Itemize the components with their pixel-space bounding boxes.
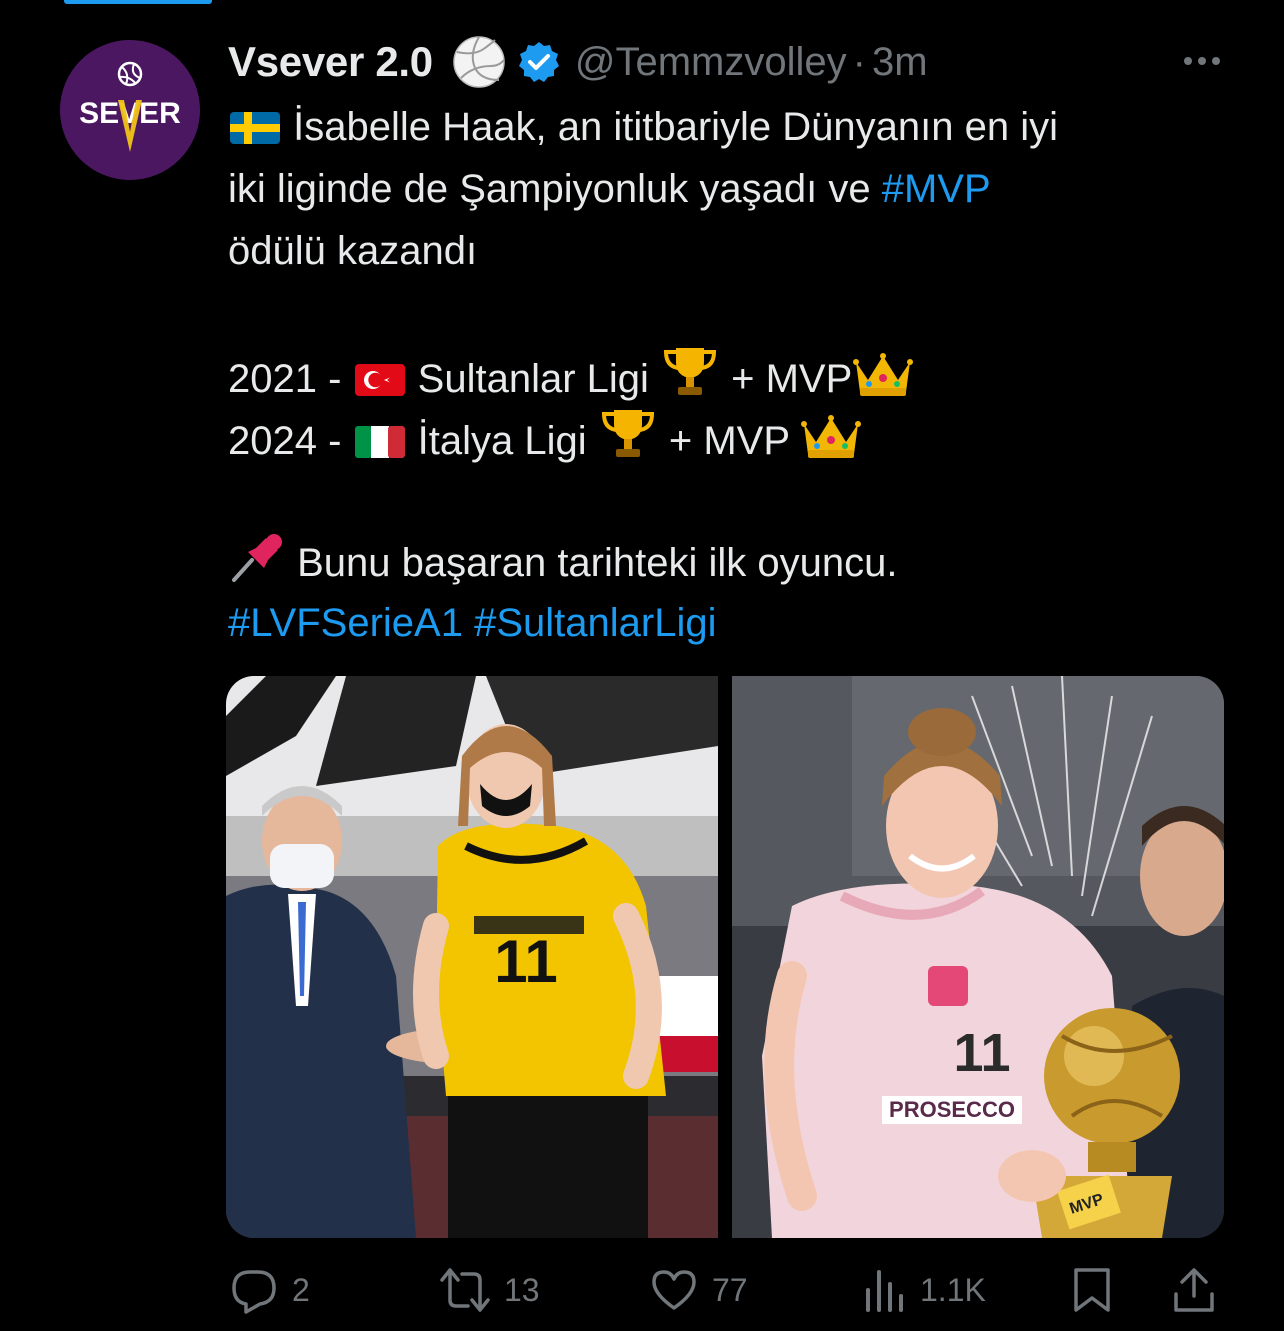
tweet-line-1: İsabelle Haak, an ititbariyle Dünyanın e… (228, 96, 1238, 158)
mvp-2024: + MVP (657, 419, 801, 463)
tweet-line-7: #LVFSerieA1 #SultanlarLigi (228, 592, 1238, 654)
share-icon (1172, 1266, 1216, 1314)
tweet-line-3: ödülü kazandı (228, 220, 1238, 282)
bookmark-button[interactable] (1072, 1260, 1112, 1320)
like-icon (650, 1268, 698, 1312)
year-2024: 2024 - (228, 419, 353, 463)
sweden-flag-icon (228, 104, 282, 166)
trophy-icon (598, 406, 658, 480)
hashtag-mvp-link[interactable]: #MVP (882, 167, 991, 211)
tweet-header: Vsever 2.0 @Temmzvolley · 3m (228, 36, 1224, 88)
header-separator: · (852, 39, 866, 84)
tweet-line-5: 2024 - İtalya Ligi + MVP (228, 406, 1238, 468)
views-count: 1.1K (920, 1271, 986, 1308)
avatar-text: SEVER (79, 97, 181, 130)
tweet-action-bar: 2 13 77 1.1K (226, 1260, 1226, 1320)
reply-count: 2 (292, 1271, 310, 1308)
reply-button[interactable]: 2 (230, 1260, 310, 1320)
like-button[interactable]: 77 (650, 1260, 748, 1320)
league-italya: İtalya Ligi (406, 419, 598, 463)
retweet-icon (440, 1266, 490, 1314)
views-button[interactable]: 1.1K (862, 1260, 986, 1320)
retweet-button[interactable]: 13 (440, 1260, 540, 1320)
bookmark-icon (1072, 1266, 1112, 1314)
verified-badge-icon (517, 40, 561, 84)
author-avatar[interactable]: SEVER (60, 40, 200, 180)
like-count: 77 (712, 1271, 748, 1308)
italy-flag-icon (353, 418, 407, 480)
tweet-timestamp[interactable]: 3m (872, 40, 928, 85)
tweet-text: İsabelle Haak, an ititbariyle Dünyanın e… (228, 96, 1238, 654)
crown-icon (800, 412, 862, 480)
views-icon (862, 1268, 906, 1312)
svg-text:11: 11 (494, 928, 557, 995)
volleyball-icon (451, 34, 507, 90)
tweet-line-6: Bunu başaran tarihteki ilk oyuncu. (228, 530, 1238, 592)
tweet-line-2: iki liginde de Şampiyonluk yaşadı ve #MV… (228, 158, 1238, 220)
tweet-line-4: 2021 - Sultanlar Ligi + MVP (228, 344, 1238, 406)
tweet-text-part: İsabelle Haak, an ititbariyle Dünyanın e… (293, 105, 1058, 149)
photo-left[interactable]: 11 (226, 676, 718, 1238)
author-display-name[interactable]: Vsever 2.0 (228, 38, 433, 86)
tweet-text-part: Bunu başaran tarihteki ilk oyuncu. (297, 541, 898, 585)
top-tab-indicator (64, 0, 212, 4)
reply-icon (230, 1266, 278, 1314)
league-sultanlar: Sultanlar Ligi (406, 357, 661, 401)
tweet-media: 11 PROSECCO 11 MVP (226, 676, 1224, 1238)
tweet-text-part: ödülü kazandı (228, 229, 478, 273)
hashtag-lvfseriea1-link[interactable]: #LVFSerieA1 (228, 601, 463, 645)
share-button[interactable] (1172, 1260, 1216, 1320)
author-handle[interactable]: @Temmzvolley (575, 40, 847, 85)
photo-right[interactable]: PROSECCO 11 MVP (732, 676, 1224, 1238)
mvp-2021: + MVP (720, 357, 853, 401)
svg-text:PROSECCO: PROSECCO (889, 1097, 1015, 1122)
hashtag-sultanlarligi-link[interactable]: #SultanlarLigi (474, 601, 716, 645)
tweet-text-part: iki liginde de Şampiyonluk yaşadı ve (228, 167, 882, 211)
retweet-count: 13 (504, 1271, 540, 1308)
svg-text:11: 11 (953, 1023, 1010, 1083)
more-icon[interactable] (1180, 46, 1224, 76)
year-2021: 2021 - (228, 357, 353, 401)
